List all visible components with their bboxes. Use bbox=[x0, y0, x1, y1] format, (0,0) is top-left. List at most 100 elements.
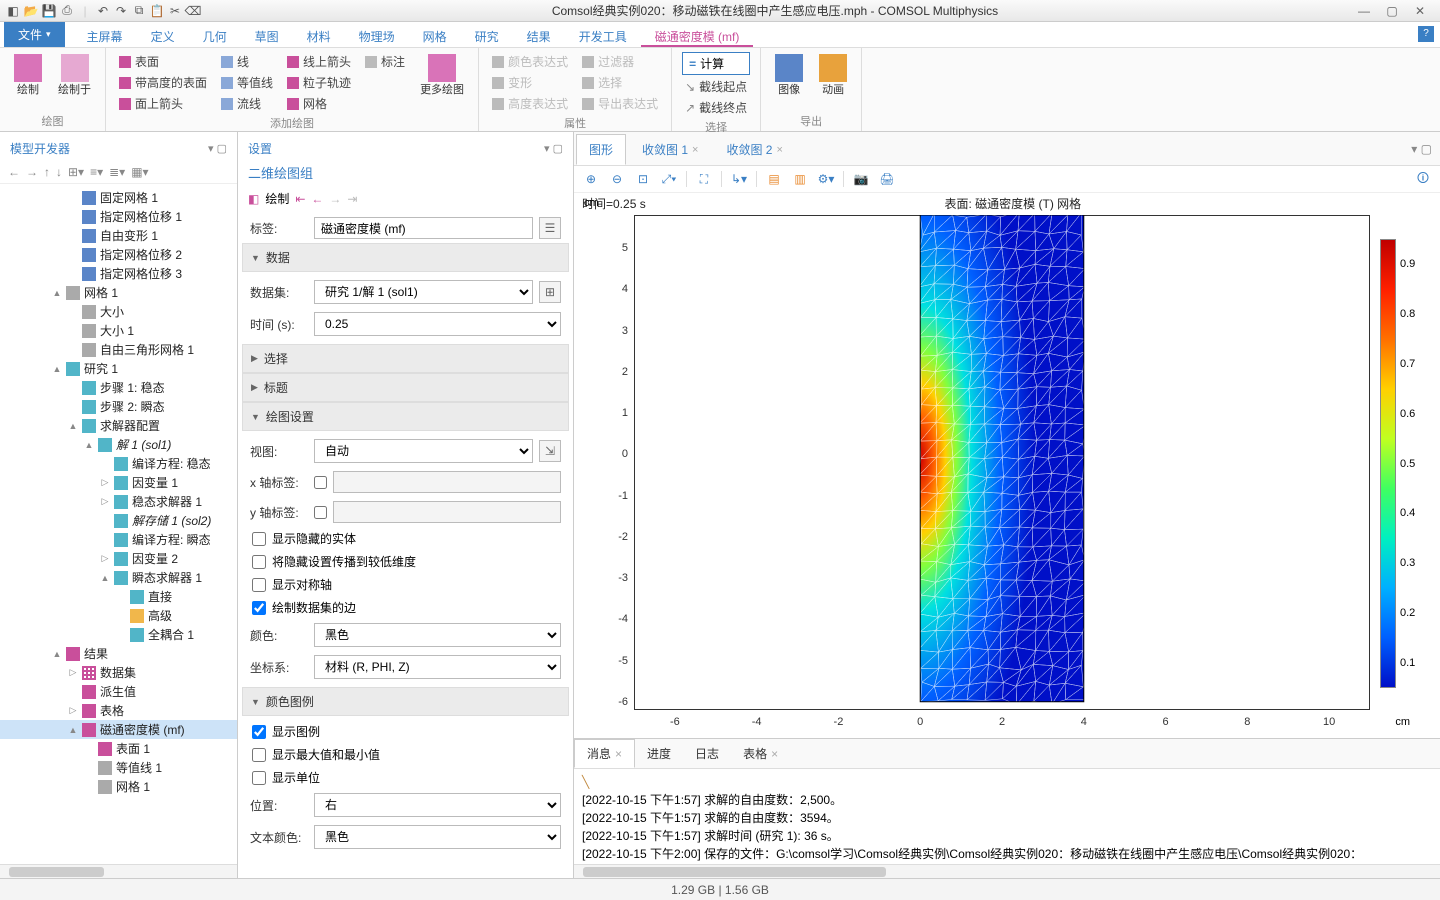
tree-item[interactable]: 直接 bbox=[0, 587, 237, 606]
cut-icon[interactable]: ✂ bbox=[168, 4, 182, 18]
menu-tab-study[interactable]: 研究 bbox=[461, 22, 513, 47]
add-streamline[interactable]: 流线 bbox=[218, 94, 276, 113]
tree-item[interactable]: 大小 1 bbox=[0, 321, 237, 340]
chk-sym[interactable] bbox=[252, 578, 266, 592]
close-tab-icon[interactable]: × bbox=[692, 144, 698, 156]
tag-input[interactable] bbox=[314, 217, 533, 239]
textcolor-select[interactable]: 黑色 bbox=[314, 825, 561, 849]
redo-icon[interactable]: ↷ bbox=[114, 4, 128, 18]
forward-icon[interactable]: → bbox=[26, 165, 38, 179]
undo-icon[interactable]: ↶ bbox=[96, 4, 110, 18]
dataset-select[interactable]: 研究 1/解 1 (sol1) bbox=[314, 280, 533, 304]
prev-icon[interactable]: ← bbox=[311, 192, 323, 206]
add-mesh[interactable]: 网格 bbox=[284, 94, 354, 113]
file-menu[interactable]: 文件 bbox=[4, 22, 65, 47]
zoomin-icon[interactable]: ⊕ bbox=[582, 170, 600, 188]
tree-item[interactable]: 自由三角形网格 1 bbox=[0, 340, 237, 359]
tree-item[interactable]: ▷表格 bbox=[0, 701, 237, 720]
menu-tab-home[interactable]: 主屏幕 bbox=[73, 22, 137, 47]
tree-item[interactable]: 派生值 bbox=[0, 682, 237, 701]
tree-item[interactable]: ▲求解器配置 bbox=[0, 416, 237, 435]
tree-item[interactable]: 等值线 1 bbox=[0, 758, 237, 777]
zoomout-icon[interactable]: ⊖ bbox=[608, 170, 626, 188]
menu-tab-physics[interactable]: 物理场 bbox=[345, 22, 409, 47]
add-arrow-line[interactable]: 线上箭头 bbox=[284, 52, 354, 71]
paste-icon[interactable]: 📋 bbox=[150, 4, 164, 18]
tree-item[interactable]: ▲磁通密度模 (mf) bbox=[0, 720, 237, 739]
up-icon[interactable]: ↑ bbox=[44, 165, 50, 179]
add-contour[interactable]: 等值线 bbox=[218, 73, 276, 92]
tree-item[interactable]: 编译方程: 瞬态 bbox=[0, 530, 237, 549]
print-icon[interactable]: 🖨 bbox=[878, 170, 896, 188]
extent-icon[interactable]: ⛶ bbox=[695, 170, 713, 188]
copy-icon[interactable]: ⧉ bbox=[132, 4, 146, 18]
settings-plot-label[interactable]: 绘制 bbox=[265, 190, 289, 207]
tree-item[interactable]: ▷因变量 2 bbox=[0, 549, 237, 568]
chk-unit[interactable] bbox=[252, 771, 266, 785]
add-annotation[interactable]: 标注 bbox=[362, 52, 408, 71]
info-icon[interactable]: 🛈 bbox=[1414, 170, 1432, 188]
tree-item[interactable]: 指定网格位移 3 bbox=[0, 264, 237, 283]
tree-item[interactable]: 步骤 2: 瞬态 bbox=[0, 397, 237, 416]
export-image-button[interactable]: 图像 bbox=[771, 52, 807, 98]
add-surface[interactable]: 表面 bbox=[116, 52, 210, 71]
model-tree[interactable]: 固定网格 1指定网格位移 1自由变形 1指定网格位移 2指定网格位移 3▲网格 … bbox=[0, 184, 237, 864]
tree-item[interactable]: 编译方程: 稳态 bbox=[0, 454, 237, 473]
chk-hidden[interactable] bbox=[252, 532, 266, 546]
tree-hscroll[interactable] bbox=[0, 864, 237, 878]
zoom-ext-icon[interactable]: ⤢▾ bbox=[660, 170, 678, 188]
tree-item[interactable]: ▷数据集 bbox=[0, 663, 237, 682]
pos-select[interactable]: 右 bbox=[314, 793, 561, 817]
plot-at-button[interactable]: 绘制于 bbox=[54, 52, 95, 98]
show-icon[interactable]: ⊞▾ bbox=[68, 165, 84, 179]
gfx-tab-graphics[interactable]: 图形 bbox=[576, 134, 626, 165]
tree-item[interactable]: 大小 bbox=[0, 302, 237, 321]
help-icon[interactable]: ? bbox=[1418, 26, 1434, 42]
add-line[interactable]: 线 bbox=[218, 52, 276, 71]
tree-item[interactable]: ▲解 1 (sol1) bbox=[0, 435, 237, 454]
gfx-tab-conv1[interactable]: 收敛图 1× bbox=[630, 135, 710, 164]
delete-icon[interactable]: ⌫ bbox=[186, 4, 200, 18]
settings-plot-icon[interactable]: ◧ bbox=[248, 192, 259, 206]
gfx-tab-conv2[interactable]: 收敛图 2× bbox=[714, 135, 794, 164]
chk-propagate[interactable] bbox=[252, 555, 266, 569]
tree-item[interactable]: ▲研究 1 bbox=[0, 359, 237, 378]
section-plotsettings[interactable]: 绘图设置 bbox=[242, 402, 569, 431]
chk-minmax[interactable] bbox=[252, 748, 266, 762]
menu-tab-definitions[interactable]: 定义 bbox=[137, 22, 189, 47]
tree-item[interactable]: 固定网格 1 bbox=[0, 188, 237, 207]
maximize-icon[interactable]: ▢ bbox=[1382, 4, 1402, 18]
tree-item[interactable]: 解存储 1 (sol2) bbox=[0, 511, 237, 530]
gear-icon[interactable]: ⚙▾ bbox=[817, 170, 835, 188]
section-title[interactable]: 标题 bbox=[242, 373, 569, 402]
tag-suffix-icon[interactable]: ☰ bbox=[539, 217, 561, 239]
col-icon[interactable]: ≡▾ bbox=[90, 165, 103, 179]
reset-icon[interactable]: ↳▾ bbox=[730, 170, 748, 188]
tree-item[interactable]: 全耦合 1 bbox=[0, 625, 237, 644]
tree-item[interactable]: 指定网格位移 2 bbox=[0, 245, 237, 264]
tree-item[interactable]: 指定网格位移 1 bbox=[0, 207, 237, 226]
xaxis-check[interactable] bbox=[314, 476, 327, 489]
tree-item[interactable]: ▷因变量 1 bbox=[0, 473, 237, 492]
save-icon[interactable]: 💾 bbox=[42, 4, 56, 18]
chk-edges[interactable] bbox=[252, 601, 266, 615]
add-surface-height[interactable]: 带高度的表面 bbox=[116, 73, 210, 92]
export-movie-button[interactable]: 动画 bbox=[815, 52, 851, 98]
tree-item[interactable]: 表面 1 bbox=[0, 739, 237, 758]
tree-item[interactable]: 步骤 1: 稳态 bbox=[0, 378, 237, 397]
panel-menu-icon[interactable]: ▾ ▢ bbox=[208, 142, 227, 155]
gfx-tab-nav[interactable]: ▾ ▢ bbox=[1403, 142, 1440, 156]
down-icon[interactable]: ↓ bbox=[56, 165, 62, 179]
cutline-start[interactable]: ↘截线起点 bbox=[682, 77, 750, 96]
view-select[interactable]: 自动 bbox=[314, 439, 533, 463]
tree-item[interactable]: ▲网格 1 bbox=[0, 283, 237, 302]
section-data[interactable]: 数据 bbox=[242, 243, 569, 272]
open-icon[interactable]: 📂 bbox=[24, 4, 38, 18]
chk-showleg[interactable] bbox=[252, 725, 266, 739]
yaxis-check[interactable] bbox=[314, 506, 327, 519]
last-icon[interactable]: ⇥ bbox=[347, 192, 357, 206]
add-particle[interactable]: 粒子轨迹 bbox=[284, 73, 354, 92]
ex-icon[interactable]: ≣▾ bbox=[109, 165, 125, 179]
view2-icon[interactable]: ▥ bbox=[791, 170, 809, 188]
menu-tab-sketch[interactable]: 草图 bbox=[241, 22, 293, 47]
